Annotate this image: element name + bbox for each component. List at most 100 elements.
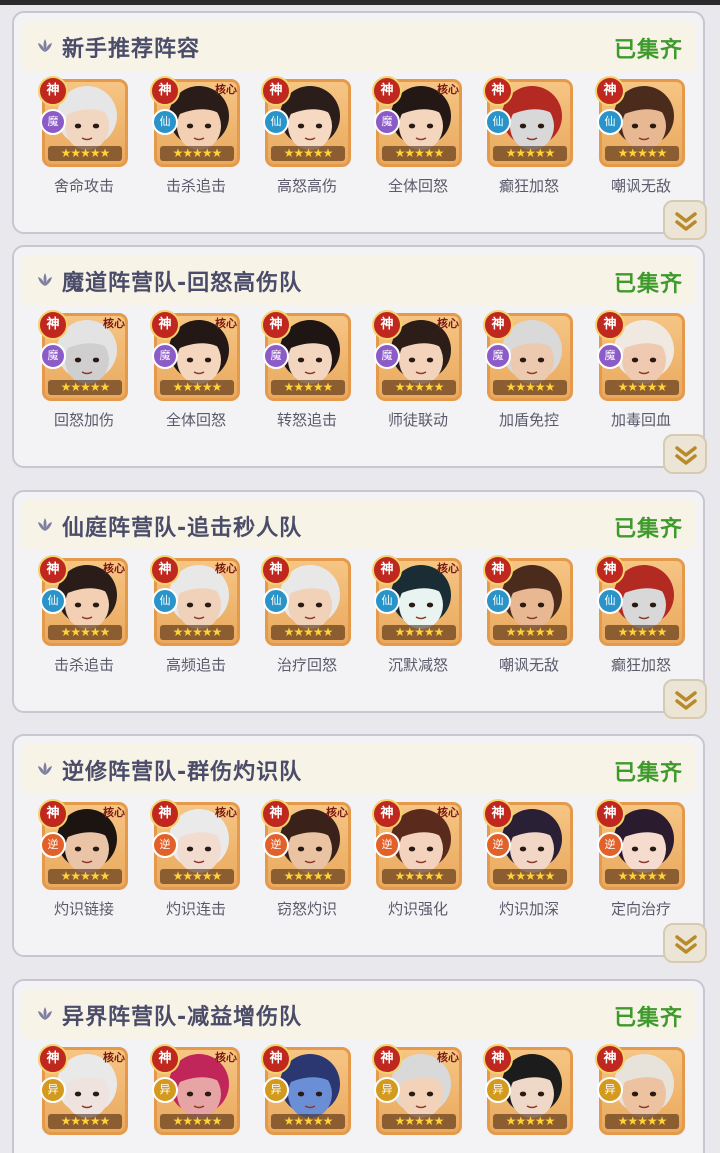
core-tag — [545, 560, 573, 578]
hero-item[interactable]: ★★★★★ 神魔加毒回血 — [595, 310, 687, 443]
hero-item[interactable]: ★★★★★ 神 核心魔全体回怒 — [150, 310, 242, 443]
faction-badge: 异 — [263, 1077, 289, 1103]
star-rating: ★★★★★ — [605, 625, 679, 640]
lineup-card[interactable]: 异界阵营队-减益增伤队 已集齐 ★★★★★ 神核心异 ★★★★★ 神核心异 ★★★★★ 神异 ★… — [12, 979, 705, 1153]
hero-skill-label: 加毒回血 — [610, 411, 671, 429]
god-rank-badge: 神 — [38, 76, 68, 106]
hero-item[interactable]: ★★★★★ 神 核心仙高频追击 — [150, 555, 242, 688]
star-rating: ★★★★★ — [382, 380, 456, 395]
star-rating: ★★★★★ — [493, 869, 567, 884]
expand-button[interactable] — [663, 923, 707, 963]
core-tag: 核心 — [437, 1051, 459, 1064]
lineup-card[interactable]: 魔道阵营队-回怒高伤队 已集齐 ★★★★★ 神 核心魔回怒加伤 ★★★★★ 神 核心魔全体回怒… — [12, 245, 707, 474]
hero-skill-label: 沉默减怒 — [387, 656, 448, 674]
god-rank-badge: 神 — [595, 555, 625, 585]
hero-item[interactable]: ★★★★★ 神仙高怒高伤 — [261, 76, 353, 209]
hero-item[interactable]: ★★★★★ 神 核心仙击杀追击 — [38, 555, 130, 688]
hero-item[interactable]: ★★★★★ 神仙癫狂加怒 — [595, 555, 687, 688]
hero-skill-label: 癫狂加怒 — [610, 656, 671, 674]
core-tag: 核心 — [215, 317, 237, 330]
star-rating: ★★★★★ — [271, 625, 345, 640]
lineup-card[interactable]: 逆修阵营队-群伤灼识队 已集齐 ★★★★★ 神 核心逆灼识链接 ★★★★★ 神 核心逆灼识连击… — [12, 734, 707, 963]
god-rank-badge: 神 — [261, 310, 291, 340]
faction-badge: 异 — [597, 1077, 623, 1103]
faction-badge: 异 — [374, 1077, 400, 1103]
hero-item[interactable]: ★★★★★ 神 核心魔全体回怒 — [372, 76, 464, 209]
god-rank-badge: 神 — [372, 76, 402, 106]
hero-item[interactable]: ★★★★★ 神仙嘲讽无敌 — [483, 555, 575, 688]
hero-item[interactable]: ★★★★★ 神 核心魔回怒加伤 — [38, 310, 130, 443]
hero-skill-label: 击杀追击 — [53, 656, 114, 674]
hero-item[interactable]: ★★★★★ 神仙癫狂加怒 — [483, 76, 575, 209]
hero-item[interactable]: ★★★★★ 神 核心魔师徒联动 — [372, 310, 464, 443]
hero-item[interactable]: ★★★★★ 神异 — [261, 1044, 353, 1153]
hero-item[interactable]: ★★★★★ 神 核心仙击杀追击 — [150, 76, 242, 209]
lineup-card[interactable]: 新手推荐阵容 已集齐 ★★★★★ 神魔舍命攻击 ★★★★★ 神 核心仙击杀追击 ★★★★★ 神仙… — [12, 11, 707, 240]
hero-row: ★★★★★ 神 核心异 ★★★★★ 神 核心异 ★★★★★ 神异 ★★★★★ 神 核心异 ★★★★★ 神… — [14, 1044, 703, 1153]
faction-badge: 逆 — [597, 832, 623, 858]
god-rank-badge: 神 — [150, 1044, 180, 1074]
core-tag: 核心 — [103, 562, 125, 575]
god-rank-badge: 神 — [261, 799, 291, 829]
card-header: 魔道阵营队-回怒高伤队 已集齐 — [22, 255, 695, 305]
god-rank-badge: 神 — [595, 76, 625, 106]
hero-item[interactable]: ★★★★★ 神 核心逆灼识强化 — [372, 799, 464, 932]
core-tag: 核心 — [103, 806, 125, 819]
faction-badge: 逆 — [485, 832, 511, 858]
hero-item[interactable]: ★★★★★ 神逆灼识加深 — [483, 799, 575, 932]
hero-item[interactable]: ★★★★★ 神魔转怒追击 — [261, 310, 353, 443]
lineup-card[interactable]: 仙庭阵营队-追击秒人队 已集齐 ★★★★★ 神 核心仙击杀追击 ★★★★★ 神 核心仙高频追击… — [12, 490, 707, 719]
god-rank-badge: 神 — [372, 799, 402, 829]
star-rating: ★★★★★ — [48, 1114, 122, 1129]
collected-status: 已集齐 — [613, 517, 683, 542]
hero-skill-label: 灼识加深 — [498, 900, 559, 918]
hero-item[interactable]: ★★★★★ 神 核心仙沉默减怒 — [372, 555, 464, 688]
hero-item[interactable]: ★★★★★ 神异 — [483, 1044, 575, 1153]
faction-badge: 异 — [485, 1077, 511, 1103]
star-rating: ★★★★★ — [271, 146, 345, 161]
expand-button[interactable] — [663, 200, 707, 240]
hero-item[interactable]: ★★★★★ 神 核心逆灼识链接 — [38, 799, 130, 932]
core-tag — [657, 1049, 685, 1067]
core-tag: 核心 — [215, 562, 237, 575]
hero-skill-label: 癫狂加怒 — [498, 177, 559, 195]
core-tag — [545, 315, 573, 333]
hero-item[interactable]: ★★★★★ 神 核心逆灼识连击 — [150, 799, 242, 932]
hero-item[interactable]: ★★★★★ 神逆定向治疗 — [595, 799, 687, 932]
star-rating: ★★★★★ — [271, 869, 345, 884]
collected-status: 已集齐 — [613, 38, 683, 63]
hero-row: ★★★★★ 神核心逆灼识链接 ★★★★★ 神核心逆灼识连击 ★★★★★ 神 核心逆窃怒灼识 ★… — [14, 799, 703, 932]
expand-button[interactable] — [663, 679, 707, 719]
faction-badge: 魔 — [374, 109, 400, 135]
lotus-icon — [36, 272, 54, 288]
core-tag: 核心 — [437, 83, 459, 96]
star-rating: ★★★★★ — [605, 380, 679, 395]
hero-item[interactable]: ★★★★★ 神 核心异 — [372, 1044, 464, 1153]
card-header: 逆修阵营队-群伤灼识队 已集齐 — [22, 744, 695, 794]
hero-item[interactable]: ★★★★★ 神仙治疗回怒 — [261, 555, 353, 688]
hero-skill-label: 窃怒灼识 — [276, 900, 337, 918]
hero-item[interactable]: ★★★★★ 神 核心异 — [150, 1044, 242, 1153]
hero-item[interactable]: ★★★★★ 神仙嘲讽无敌 — [595, 76, 687, 209]
hero-item[interactable]: ★★★★★ 神异 — [595, 1044, 687, 1153]
faction-badge: 魔 — [40, 109, 66, 135]
hero-item[interactable]: ★★★★★ 神魔加盾免控 — [483, 310, 575, 443]
god-rank-badge: 神 — [483, 1044, 513, 1074]
hero-skill-label: 高频追击 — [165, 656, 226, 674]
hero-item[interactable]: ★★★★★ 神 核心异 — [38, 1044, 130, 1153]
god-rank-badge: 神 — [372, 555, 402, 585]
god-rank-badge: 神 — [261, 76, 291, 106]
faction-badge: 仙 — [152, 588, 178, 614]
star-rating: ★★★★★ — [160, 380, 234, 395]
star-rating: ★★★★★ — [271, 380, 345, 395]
star-rating: ★★★★★ — [382, 869, 456, 884]
top-strip — [0, 0, 720, 5]
faction-badge: 魔 — [485, 343, 511, 369]
hero-item[interactable]: ★★★★★ 神魔舍命攻击 — [38, 76, 130, 209]
expand-button[interactable] — [663, 434, 707, 474]
hero-item[interactable]: ★★★★★ 神 核心逆窃怒灼识 — [261, 799, 353, 932]
hero-skill-label: 师徒联动 — [387, 411, 448, 429]
god-rank-badge: 神 — [595, 310, 625, 340]
star-rating: ★★★★★ — [48, 146, 122, 161]
faction-badge: 魔 — [597, 343, 623, 369]
